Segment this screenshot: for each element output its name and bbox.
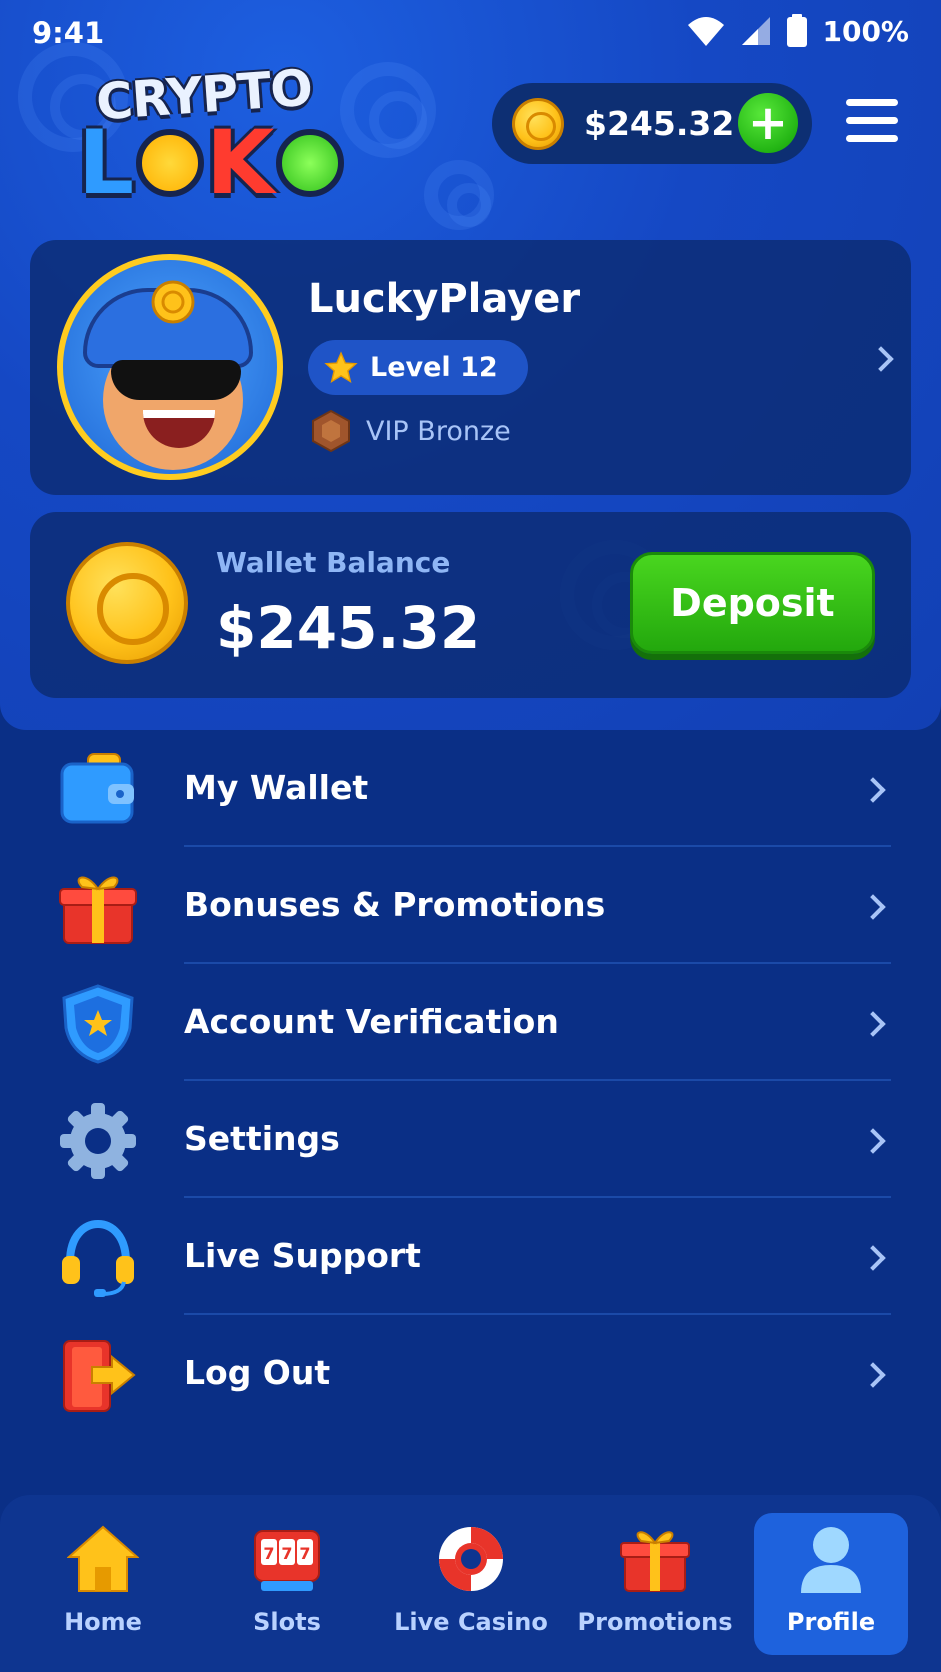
header-balance-pill[interactable]: $245.32 + — [492, 83, 812, 164]
user-icon — [801, 1527, 861, 1593]
logo-text-bottom: L K — [78, 118, 346, 208]
status-bar: 9:41 100% — [0, 0, 941, 70]
menu-bar-line — [846, 135, 898, 142]
menu-item-label: Live Support — [184, 1236, 421, 1275]
profile-menu-list: My Wallet Bonuses & Promotions Account V… — [0, 730, 941, 1432]
menu-item-label: Account Verification — [184, 1002, 559, 1041]
menu-bar-line — [846, 99, 898, 106]
decorative-swirl — [424, 160, 494, 230]
menu-bar-line — [846, 117, 898, 124]
nav-item-slots[interactable]: 7 7 7 Slots — [202, 1513, 372, 1655]
bronze-medal-icon — [312, 410, 350, 452]
battery-icon — [787, 14, 808, 47]
nav-label: Promotions — [577, 1608, 733, 1636]
level-badge: Level 12 — [308, 340, 528, 395]
avatar-sunglasses — [111, 360, 241, 400]
chevron-right-icon — [868, 346, 894, 372]
svg-text:7: 7 — [281, 1544, 292, 1563]
chevron-right-icon — [860, 777, 886, 803]
chevron-right-icon — [860, 1362, 886, 1388]
avatar — [57, 254, 283, 480]
menu-item-label: Log Out — [184, 1353, 331, 1392]
svg-text:7: 7 — [263, 1544, 274, 1563]
status-icons: 100% — [686, 14, 909, 48]
crypto-loko-logo[interactable]: CRYPTO L K — [78, 59, 345, 211]
wallet-balance-label: Wallet Balance — [216, 546, 451, 579]
gift-icon — [620, 1531, 690, 1592]
avatar-cap-coin-icon — [151, 280, 195, 324]
logout-icon — [63, 1340, 136, 1412]
logo-coin-o-green — [276, 129, 345, 197]
menu-item-live-support[interactable]: Live Support — [0, 1198, 941, 1315]
nav-label: Profile — [786, 1608, 876, 1636]
menu-item-bonuses-promotions[interactable]: Bonuses & Promotions — [0, 847, 941, 964]
svg-text:7: 7 — [299, 1544, 310, 1563]
wallet-card: Wallet Balance $245.32 Deposit — [30, 512, 911, 698]
vip-status: VIP Bronze — [310, 410, 511, 452]
header-balance-amount: $245.32 — [584, 104, 735, 143]
decorative-swirl — [340, 62, 436, 158]
shield-icon — [62, 984, 134, 1064]
level-label: Level 12 — [370, 352, 498, 383]
menu-item-label: My Wallet — [184, 768, 369, 807]
nav-item-promotions[interactable]: Promotions — [570, 1513, 740, 1655]
menu-item-my-wallet[interactable]: My Wallet — [0, 730, 941, 847]
nav-item-home[interactable]: Home — [18, 1513, 188, 1655]
menu-item-log-out[interactable]: Log Out — [0, 1315, 941, 1432]
logo-coin-o — [136, 129, 205, 197]
logo-letter-k: K — [206, 111, 275, 214]
battery-percent: 100% — [822, 14, 909, 48]
signal-icon — [742, 17, 771, 45]
hamburger-menu-button[interactable] — [846, 99, 898, 145]
wifi-icon — [688, 17, 725, 46]
wallet-icon — [60, 753, 134, 824]
add-funds-button[interactable]: + — [738, 93, 798, 153]
menu-item-settings[interactable]: Settings — [0, 1081, 941, 1198]
chevron-right-icon — [860, 894, 886, 920]
chevron-right-icon — [860, 1011, 886, 1037]
chevron-right-icon — [860, 1245, 886, 1271]
home-icon — [67, 1525, 139, 1592]
profile-card[interactable]: LuckyPlayer Level 12 VIP Bronze — [30, 240, 911, 495]
gear-icon — [60, 1103, 136, 1179]
vip-label: VIP Bronze — [366, 415, 511, 447]
slot-machine-icon: 7 7 7 — [254, 1530, 320, 1591]
wallet-balance-amount: $245.32 — [216, 594, 481, 662]
logo-letter-l: L — [78, 111, 135, 214]
deposit-button[interactable]: Deposit — [630, 552, 875, 654]
coin-icon — [512, 97, 564, 150]
gold-coin-icon — [66, 542, 188, 664]
nav-label: Slots — [253, 1608, 321, 1636]
menu-item-label: Bonuses & Promotions — [184, 885, 606, 924]
status-time: 9:41 — [32, 16, 105, 50]
username: LuckyPlayer — [308, 276, 581, 322]
star-icon — [324, 350, 358, 383]
nav-label: Home — [64, 1608, 142, 1636]
nav-label: Live Casino — [394, 1608, 548, 1636]
bottom-nav: Home 7 7 7 Slots Live Casino Promotions … — [0, 1495, 941, 1672]
nav-item-live-casino[interactable]: Live Casino — [386, 1513, 556, 1655]
menu-item-account-verification[interactable]: Account Verification — [0, 964, 941, 1081]
gift-icon — [59, 876, 137, 944]
menu-item-label: Settings — [184, 1119, 340, 1158]
headset-icon — [62, 1219, 134, 1297]
chevron-right-icon — [860, 1128, 886, 1154]
nav-item-profile[interactable]: Profile — [754, 1513, 908, 1655]
lifebuoy-icon — [439, 1527, 503, 1591]
